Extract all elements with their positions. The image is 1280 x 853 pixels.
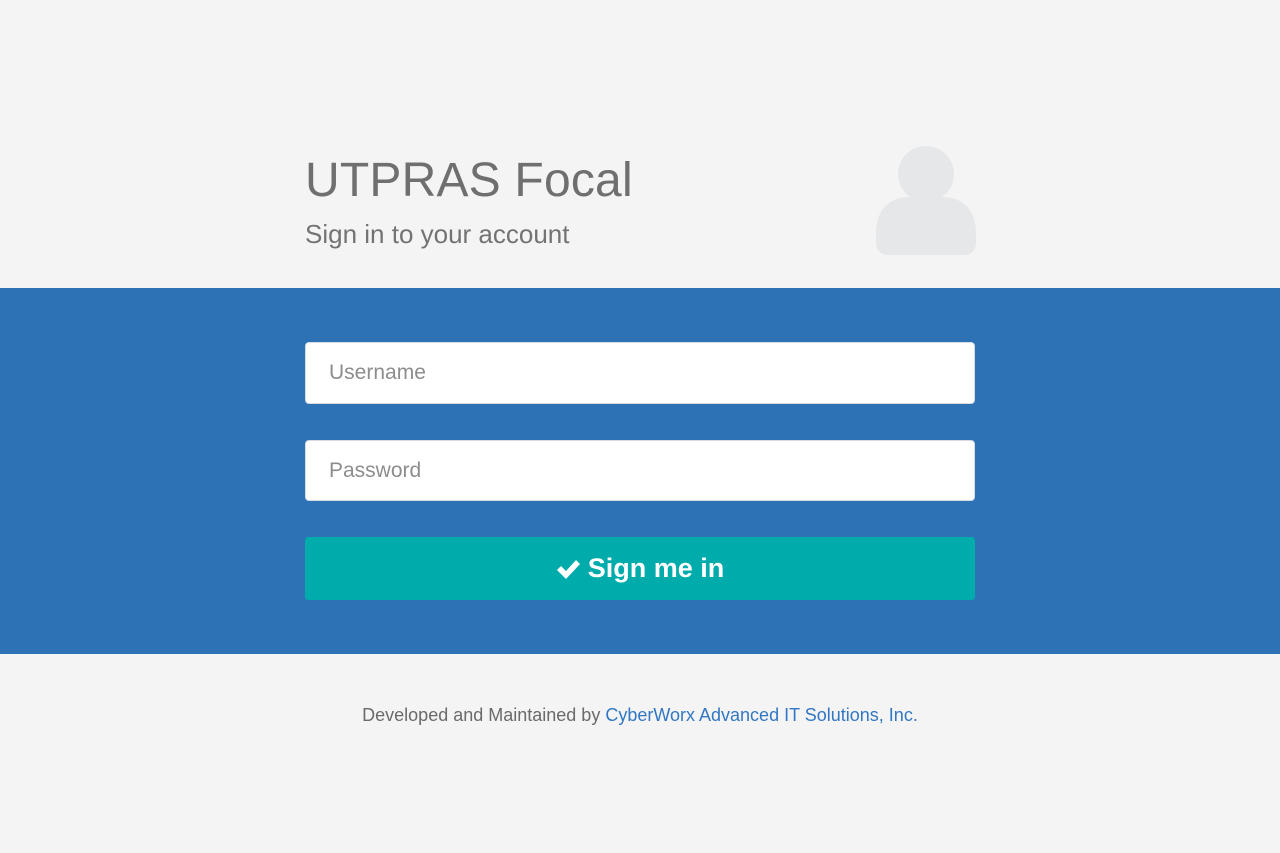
sign-in-button[interactable]: Sign me in [305,537,975,600]
footer: Developed and Maintained by CyberWorx Ad… [0,704,1280,726]
app-title: UTPRAS Focal [305,154,633,207]
developer-link[interactable]: CyberWorx Advanced IT Solutions, Inc. [605,705,918,725]
username-input[interactable] [305,342,975,404]
check-icon [556,559,580,579]
login-form: Sign me in [0,288,1280,654]
user-avatar-icon [876,146,976,255]
footer-text: Developed and Maintained by [362,705,606,725]
header-area: UTPRAS Focal Sign in to your account [0,0,1280,288]
password-input[interactable] [305,440,975,501]
sign-in-label: Sign me in [587,553,725,583]
app-subtitle: Sign in to your account [305,219,570,249]
